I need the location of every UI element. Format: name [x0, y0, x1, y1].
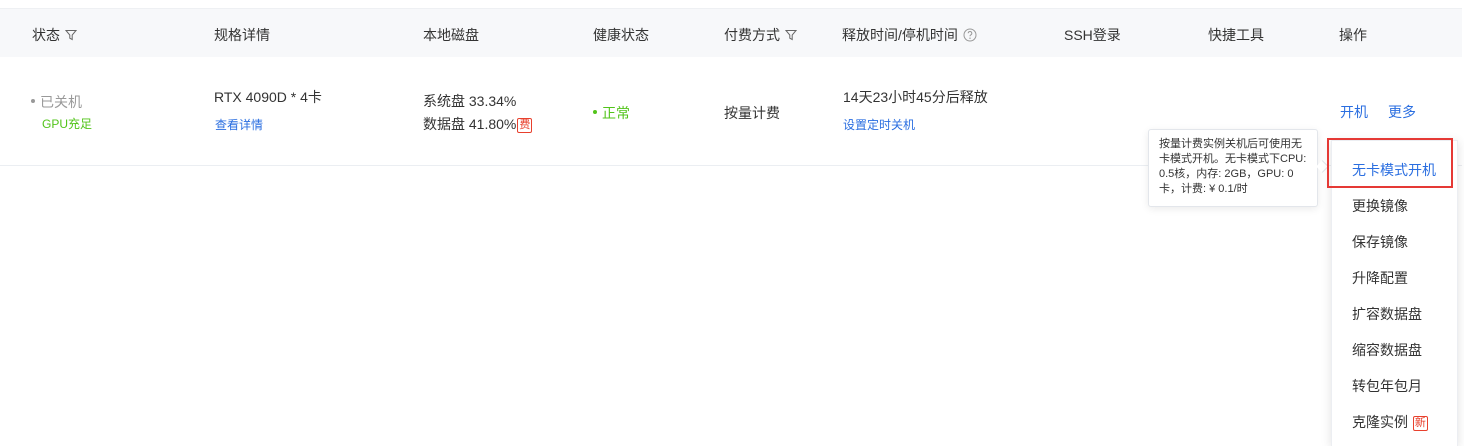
- header-health: 健康状态: [593, 25, 649, 45]
- header-billing-label: 付费方式: [724, 27, 780, 43]
- header-disk: 本地磁盘: [423, 25, 479, 45]
- status-dot: [31, 99, 35, 104]
- menu-item-clone-label: 克隆实例: [1352, 414, 1408, 430]
- header-ssh: SSH登录: [1064, 25, 1121, 45]
- status-text: 已关机: [40, 94, 82, 110]
- gpu-status: GPU充足: [42, 117, 93, 131]
- menu-item-shrink-data-disk[interactable]: 缩容数据盘: [1352, 340, 1422, 360]
- menu-item-expand-data-disk[interactable]: 扩容数据盘: [1352, 304, 1422, 324]
- header-status-label: 状态: [32, 27, 60, 43]
- highlight-box: [1327, 138, 1453, 188]
- filter-icon[interactable]: [785, 29, 797, 41]
- table-header: 状态 规格详情 本地磁盘 健康状态 付费方式 释放时间/停机时间 SSH登录 快…: [0, 8, 1462, 58]
- header-disk-label: 本地磁盘: [423, 27, 479, 43]
- release-text: 14天23小时45分后释放: [843, 89, 988, 105]
- scrollbar[interactable]: [1464, 0, 1476, 446]
- header-health-label: 健康状态: [593, 27, 649, 43]
- spec-text: RTX 4090D * 4卡: [214, 89, 322, 105]
- schedule-shutdown-link[interactable]: 设置定时关机: [843, 116, 915, 133]
- header-release-label: 释放时间/停机时间: [842, 27, 958, 43]
- header-tools-label: 快捷工具: [1208, 27, 1264, 43]
- no-gpu-mode-tooltip: 按量计费实例关机后可使用无卡模式开机。无卡模式下CPU: 0.5核，内存: 2G…: [1148, 129, 1318, 207]
- billing-text: 按量计费: [724, 105, 780, 121]
- help-icon[interactable]: [963, 28, 977, 42]
- header-release: 释放时间/停机时间: [842, 25, 977, 45]
- menu-item-convert-subscription[interactable]: 转包年包月: [1352, 376, 1422, 396]
- header-spec-label: 规格详情: [214, 27, 270, 43]
- view-details-link[interactable]: 查看详情: [215, 116, 263, 133]
- filter-icon[interactable]: [65, 29, 77, 41]
- menu-item-change-image[interactable]: 更换镜像: [1352, 196, 1408, 216]
- health-text: 正常: [602, 105, 630, 121]
- header-ssh-label: SSH登录: [1064, 27, 1121, 43]
- new-badge: 新: [1412, 416, 1428, 431]
- health-cell: 正常: [593, 103, 630, 123]
- data-disk: 数据盘 41.80% 费: [423, 114, 533, 134]
- header-spec: 规格详情: [214, 25, 270, 45]
- header-actions: 操作: [1339, 25, 1367, 45]
- status-cell: 已关机: [31, 92, 82, 112]
- menu-item-clone-instance[interactable]: 克隆实例 新: [1352, 412, 1428, 432]
- header-status[interactable]: 状态: [32, 25, 77, 45]
- menu-item-resize-config[interactable]: 升降配置: [1352, 268, 1408, 288]
- header-billing[interactable]: 付费方式: [724, 25, 797, 45]
- health-dot: [593, 110, 597, 115]
- header-actions-label: 操作: [1339, 27, 1367, 43]
- fee-badge[interactable]: 费: [517, 118, 533, 133]
- system-disk: 系统盘 33.34%: [423, 93, 517, 109]
- more-button[interactable]: 更多: [1388, 102, 1416, 122]
- data-disk-text: 数据盘 41.80%: [423, 116, 517, 132]
- start-button[interactable]: 开机: [1340, 102, 1368, 122]
- menu-item-save-image[interactable]: 保存镜像: [1352, 232, 1408, 252]
- header-tools: 快捷工具: [1208, 25, 1264, 45]
